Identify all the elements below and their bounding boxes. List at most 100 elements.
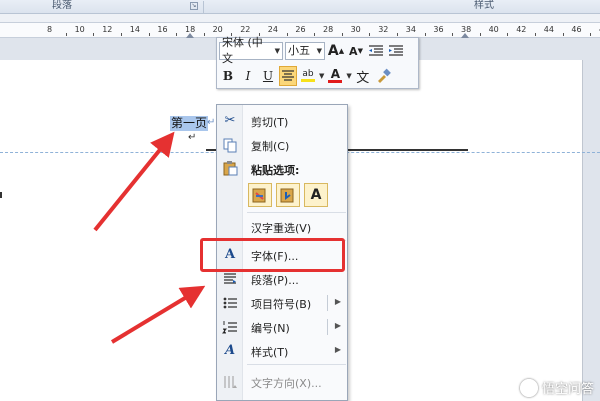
font-color-button[interactable]: A	[326, 66, 344, 86]
ruler-tick	[590, 33, 592, 36]
ruler-tick-label: 44	[543, 25, 554, 34]
menu-item-bullets[interactable]: 项目符号(B) ▶	[217, 292, 348, 314]
format-painter-button[interactable]	[374, 66, 392, 86]
scissors-icon: ✂	[224, 113, 236, 128]
ruler-tick	[479, 33, 481, 36]
ruler-tick-label: 26	[295, 25, 306, 34]
ruler-tick	[452, 33, 454, 36]
menu-item-styles[interactable]: A 样式(T) ▶	[217, 340, 348, 362]
submenu-arrow-icon[interactable]: ▶	[335, 297, 341, 306]
ruler-tick-label: 22	[240, 25, 251, 34]
menu-item-text-direction-label: 文字方向(X)...	[251, 377, 322, 390]
paste-options-header: 粘贴选项:	[251, 164, 300, 177]
ruler-tick-label: 38	[461, 25, 472, 34]
ruler-tick-label: 32	[378, 25, 389, 34]
highlight-color-swatch	[301, 79, 315, 82]
menu-item-numbering[interactable]: 编号(N) ▶	[217, 316, 348, 338]
submenu-arrow-icon[interactable]: ▶	[335, 345, 341, 354]
paragraph-icon	[222, 271, 238, 287]
split-separator	[327, 295, 328, 311]
ruler-tick-label: 42	[516, 25, 527, 34]
paste-merge-formatting-button[interactable]	[276, 183, 300, 207]
ruler-tick-label: 46	[571, 25, 582, 34]
menu-item-paragraph-label: 段落(P)...	[251, 274, 299, 287]
menu-item-reconvert-label: 汉字重选(V)	[251, 222, 312, 235]
ribbon-separator	[203, 1, 204, 13]
shrink-font-button[interactable]: A ▼	[347, 41, 365, 61]
menu-divider	[247, 212, 346, 213]
ruler-tick	[369, 33, 371, 36]
paste-merge-icon	[280, 188, 294, 203]
mini-toolbar: 宋体 (中文 ▼ 小五 ▼ A ▲ A ▼ B I U ab ▼ A ▼ 文	[216, 36, 419, 89]
font-color-label: A	[330, 67, 341, 81]
highlight-label: ab	[302, 69, 314, 79]
ruler-tick-label: 8	[47, 25, 53, 34]
ruler-tick-label: 24	[267, 25, 278, 34]
menu-item-copy[interactable]: 复制(C)	[217, 134, 348, 156]
ruler-tick	[176, 33, 178, 36]
group-label-paragraph: 段落	[52, 0, 72, 11]
chevron-down-icon: ▼	[316, 47, 322, 55]
paste-text-only-button[interactable]: A	[304, 183, 328, 207]
ribbon-group-labels: 段落 ↘ 样式	[0, 0, 600, 14]
grow-font-label: A	[327, 43, 339, 59]
menu-item-reconvert[interactable]: 汉字重选(V)	[217, 216, 348, 238]
copy-icon	[222, 137, 238, 153]
split-separator	[327, 319, 328, 335]
paragraph-dialog-launcher-icon[interactable]: ↘	[190, 2, 198, 10]
ruler-tick	[562, 33, 564, 36]
font-color-swatch	[328, 80, 343, 83]
highlight-box	[200, 238, 345, 272]
watermark: 悟空问答	[519, 378, 594, 397]
increase-indent-button[interactable]	[387, 41, 405, 61]
bullet-list-icon	[222, 295, 238, 311]
watermark-text: 悟空问答	[541, 382, 594, 397]
ruler-tick-label: 40	[488, 25, 499, 34]
font-name-value: 宋体 (中文	[222, 36, 263, 65]
ruler-tick	[148, 33, 150, 36]
ruler-tick	[341, 33, 343, 36]
center-align-button[interactable]	[279, 66, 297, 86]
group-label-styles: 样式	[474, 0, 494, 11]
ruler-tick	[535, 33, 536, 36]
ruler-tick	[314, 33, 316, 36]
font-size-combo[interactable]: 小五 ▼	[285, 42, 325, 60]
clipboard-icon	[222, 160, 238, 176]
numbered-list-icon	[222, 319, 238, 335]
grow-font-button[interactable]: A ▲	[327, 41, 345, 61]
menu-item-cut-label: 剪切(T)	[251, 116, 289, 129]
ruler-tick-label: 14	[129, 25, 140, 34]
paste-keep-formatting-icon	[252, 188, 266, 203]
chevron-down-icon[interactable]: ▼	[319, 72, 324, 80]
selected-text[interactable]: 第一页	[170, 116, 209, 131]
submenu-arrow-icon[interactable]: ▶	[335, 321, 341, 330]
ruler-tick-label: 30	[350, 25, 361, 34]
ruler-tick-label: 20	[212, 25, 223, 34]
font-name-combo[interactable]: 宋体 (中文 ▼	[219, 36, 283, 65]
underline-button[interactable]: U	[259, 66, 277, 86]
bold-button[interactable]: B	[219, 66, 237, 86]
phonetic-guide-button[interactable]: 文	[354, 66, 372, 86]
menu-item-cut[interactable]: ✂ 剪切(T)	[217, 110, 348, 132]
align-center-icon	[282, 70, 294, 81]
paragraph-mark-icon: ↵	[188, 132, 197, 143]
ruler-tick-label: 34	[405, 25, 416, 34]
ruler-tick	[286, 33, 288, 36]
ruler-tick-label: 10	[74, 25, 85, 34]
decrease-indent-button[interactable]	[367, 41, 385, 61]
watermark-logo-icon	[519, 378, 538, 397]
chevron-down-icon[interactable]: ▼	[346, 72, 351, 80]
italic-button[interactable]: I	[239, 66, 257, 86]
ruler-tick	[397, 33, 398, 36]
paragraph-mark-icon: ↵	[207, 117, 216, 128]
ruler-tick	[424, 33, 426, 36]
highlight-button[interactable]: ab	[299, 66, 317, 86]
ruler-tick-label: 36	[433, 25, 444, 34]
horizontal-ruler[interactable]: 8101214161820222426283032343638404244464…	[0, 22, 600, 38]
paste-keep-source-button[interactable]	[248, 183, 272, 207]
chevron-down-icon: ▼	[274, 47, 280, 55]
increase-indent-icon	[389, 45, 403, 56]
menu-item-bullets-label: 项目符号(B)	[251, 298, 312, 311]
format-painter-icon	[377, 68, 391, 83]
ruler-tick-label: 28	[323, 25, 334, 34]
